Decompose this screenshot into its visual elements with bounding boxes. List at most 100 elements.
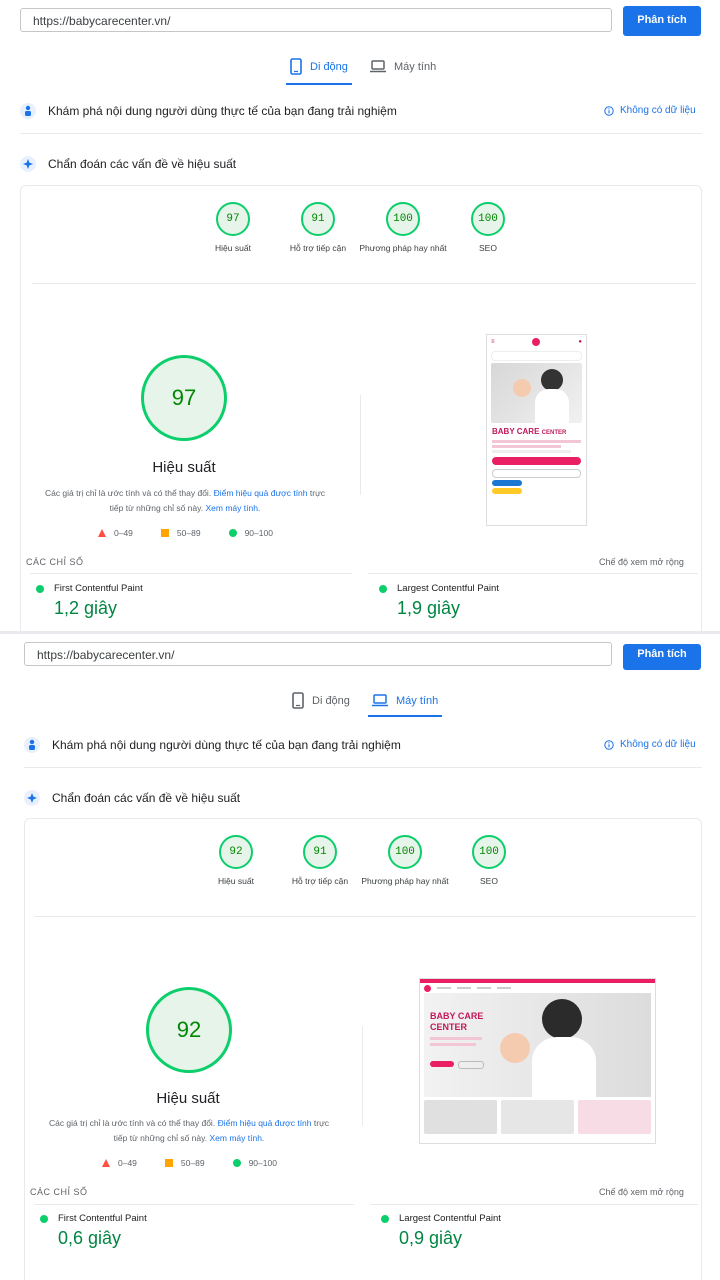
note-text-1: Các giá trị chỉ là ước tính và có thể th… [48,1118,216,1128]
performance-title: Hiệu suất [152,459,216,476]
info-icon [604,739,614,750]
thumb-brand: BABY CARE CENTER [492,427,567,436]
good-circle-icon [36,584,44,593]
gauge-divider [32,283,696,284]
active-tab-indicator [286,83,352,85]
gauge-performance[interactable]: 97 Hiệu suất [188,202,278,255]
poor-triangle-icon [98,529,106,537]
estimate-note: Các giá trị chỉ là ước tính và có thể th… [44,1116,334,1146]
metric-lcp-name: Largest Contentful Paint [397,583,499,594]
metric-lcp-value: 1,9 giây [397,598,461,618]
thumb-brand: BABY CARE CENTER [430,1011,484,1032]
gauge-screenshot-divider [362,1026,363,1126]
no-data-link[interactable]: Không có dữ liệu [604,105,696,116]
score-accessibility: 91 [303,835,337,869]
active-tab-indicator [368,715,443,717]
legend-average: 50–89 [160,528,201,538]
tab-desktop[interactable]: Máy tính [370,60,436,73]
gauge-best-practices[interactable]: 100 Phương pháp hay nhất [358,202,448,255]
legend-poor: 0–49 [102,1158,137,1168]
performance-gauge-large: 97 [141,355,227,441]
tab-mobile[interactable]: Di động [292,692,350,709]
metric-fcp-name: First Contentful Paint [54,583,143,594]
lab-icon [20,156,36,172]
field-data-heading: Khám phá nội dung người dùng thực tế của… [20,102,397,120]
metrics-divider-left [34,1204,354,1205]
analyze-button[interactable]: Phân tích [623,6,701,36]
calculator-link[interactable]: Xem máy tính. [210,1133,265,1143]
gauge-divider [34,916,696,917]
gauge-accessibility[interactable]: 91 Hỗ trợ tiếp cận [273,202,363,255]
info-icon [604,105,614,116]
desktop-page-screenshot: BABY CARE CENTER [419,978,656,1144]
legend-poor: 0–49 [98,528,133,538]
section-divider [20,133,702,134]
label-accessibility: Hỗ trợ tiếp cận [289,243,347,253]
field-data-heading: Khám phá nội dung người dùng thực tế của… [24,736,401,754]
smartphone-icon [292,692,304,709]
desktop-report-panel: https://babycarecenter.vn/ Phân tích Di … [0,634,720,1280]
lab-icon [24,790,40,806]
gauge-accessibility[interactable]: 91 Hỗ trợ tiếp cận [275,835,365,888]
gauge-seo[interactable]: 100 SEO [444,835,534,888]
mobile-page-screenshot: ≡ ● BABY CARE CENTER [486,334,587,526]
thumb-search [491,351,582,361]
legend-good: 90–100 [232,1158,277,1168]
users-icon [20,103,36,119]
average-square-icon [160,529,169,537]
mobile-report-panel: https://babycarecenter.vn/ Phân tích Di … [0,0,720,632]
label-seo: SEO [479,243,497,253]
field-data-heading-text: Khám phá nội dung người dùng thực tế của… [52,738,401,752]
no-data-link[interactable]: Không có dữ liệu [604,739,696,750]
performance-gauge-large: 92 [146,987,232,1073]
calculated-link[interactable]: Điểm hiệu quả được tính [214,488,308,498]
label-seo: SEO [480,876,498,886]
field-data-heading-text: Khám phá nội dung người dùng thực tế của… [48,104,397,118]
label-best-practices: Phương pháp hay nhất [361,876,449,886]
gauge-seo[interactable]: 100 SEO [443,202,533,255]
tab-mobile[interactable]: Di động [286,58,352,85]
diagnose-heading: Chẩn đoán các vấn đề về hiệu suất [24,790,240,806]
url-input[interactable]: https://babycarecenter.vn/ [24,642,612,666]
score-legend: 0–49 50–89 90–100 [102,1158,277,1168]
score-best-practices: 100 [386,202,420,236]
estimate-note: Các giá trị chỉ là ước tính và có thể th… [40,486,330,516]
analyze-button[interactable]: Phân tích [623,644,701,670]
tab-desktop-label: Máy tính [396,694,439,707]
gauge-best-practices[interactable]: 100 Phương pháp hay nhất [360,835,450,888]
legend-average: 50–89 [164,1158,205,1168]
url-input[interactable]: https://babycarecenter.vn/ [20,8,612,32]
section-divider [24,767,702,768]
no-data-label: Không có dữ liệu [620,739,696,750]
metrics-divider-right [368,573,698,574]
expand-view-toggle[interactable]: Chế độ xem mở rộng [599,1187,684,1197]
performance-score-large: 92 [146,987,232,1073]
good-circle-icon [228,529,237,537]
gauge-performance[interactable]: 92 Hiệu suất [191,835,281,888]
metric-fcp: First Contentful Paint 1,2 giây [36,583,143,619]
metric-lcp-value: 0,9 giây [399,1228,463,1248]
performance-title: Hiệu suất [156,1090,220,1107]
good-circle-icon [232,1159,241,1167]
calculator-link[interactable]: Xem máy tính. [206,503,261,513]
score-seo: 100 [472,835,506,869]
laptop-icon [372,694,388,707]
calculated-link[interactable]: Điểm hiệu quả được tính [218,1118,312,1128]
no-data-label: Không có dữ liệu [620,105,696,116]
thumb-hero-photo: BABY CARE CENTER [424,993,651,1097]
metrics-title: CÁC CHỈ SỐ [26,557,84,567]
smartphone-icon [290,58,302,75]
good-circle-icon [381,1214,389,1223]
label-performance: Hiệu suất [215,243,251,253]
thumb-topbar: ≡ ● [491,338,582,346]
tab-desktop[interactable]: Máy tính [368,694,443,717]
score-accessibility: 91 [301,202,335,236]
tab-mobile-label: Di động [312,694,350,707]
thumb-nav [420,983,655,993]
metric-fcp: First Contentful Paint 0,6 giây [40,1213,147,1249]
thumb-hero-photo [491,363,582,423]
diagnose-heading-text: Chẩn đoán các vấn đề về hiệu suất [48,157,237,171]
expand-view-toggle[interactable]: Chế độ xem mở rộng [599,557,684,567]
metric-lcp: Largest Contentful Paint 1,9 giây [379,583,499,619]
score-legend: 0–49 50–89 90–100 [98,528,273,538]
